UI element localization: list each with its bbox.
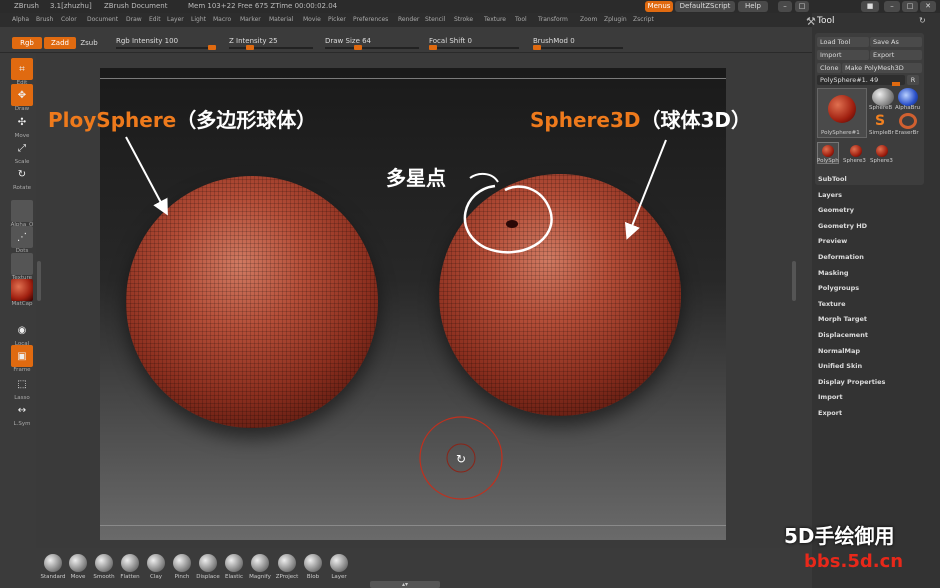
recent-thumb-1-icon [822,145,834,157]
brush-label: Pinch [174,574,190,580]
right-scroll-handle[interactable] [792,261,796,301]
thumb-label-b1: PolySph [817,158,839,164]
thumb-label-b3: Sphere3 [870,158,893,164]
export-button[interactable]: Export [870,50,922,60]
sphere3d-annotation: Sphere3D（球体3D） [530,104,751,133]
brush-zproject[interactable]: ZProject [274,554,300,580]
polysphere-annotation: PloySphere（多边形球体） [48,104,316,133]
tool-subpalette-morph-target[interactable]: Morph Target [818,315,867,323]
magnify-brush-icon [251,554,269,572]
thumb-label-t1: SphereB [869,105,893,111]
tool-subpalette-masking[interactable]: Masking [818,269,849,277]
brush-label: Flatten [120,574,140,580]
brush-label: Layer [331,574,347,580]
simplebrush-thumb-icon[interactable]: S [875,113,885,129]
displace-brush-icon [199,554,217,572]
brush-move[interactable]: Move [65,554,91,580]
brush-displace[interactable]: Displace [195,554,221,580]
thumb-label-t3: SimpleBr [869,130,894,136]
polysphere-label-cn: （多边形球体） [176,108,317,132]
tool-subpalette-unified-skin[interactable]: Unified Skin [818,362,862,370]
tool-subpalette-subtool[interactable]: SubTool [818,175,847,183]
r-button[interactable]: R [907,75,919,85]
save-as-button[interactable]: Save As [870,37,922,47]
current-tool-knob[interactable] [892,82,900,86]
make-polymesh-button[interactable]: Make PolyMesh3D [842,63,922,73]
annotation-overlay: ↻ [125,136,667,500]
import-button[interactable]: Import [817,50,869,60]
polysphere-label-en: PloySphere [48,108,177,132]
tool-subpalette-texture[interactable]: Texture [818,300,846,308]
brush-label: Magnify [249,574,271,580]
brush-label: Blob [306,574,320,580]
tool-subpalette-display-properties[interactable]: Display Properties [818,378,885,386]
clay-brush-icon [147,554,165,572]
brush-flatten[interactable]: Flatten [117,554,143,580]
smooth-brush-icon [95,554,113,572]
thumb-label-t4: EraserBr [895,130,919,136]
brush-elastic[interactable]: Elastic [221,554,247,580]
brush-label: ZProject [275,574,299,580]
brush-label: Smooth [93,574,115,580]
brush-layer[interactable]: Layer [326,554,352,580]
move-brush-icon [69,554,87,572]
pole-highlight-circle [463,184,553,254]
tool-subpalette-normalmap[interactable]: NormalMap [818,347,860,355]
tool-subpalette-polygroups[interactable]: Polygroups [818,284,859,292]
sphereb-thumb-icon[interactable] [872,88,894,106]
layer-brush-icon [330,554,348,572]
recent-thumb-3-icon[interactable] [876,145,888,157]
load-tool-button[interactable]: Load Tool [817,37,869,47]
thumb-label-b2: Sphere3 [843,158,866,164]
watermark-line1: 5D手绘御用 [784,524,895,548]
tool-panel-title: Tool [817,16,835,26]
tool-subpalette-preview[interactable]: Preview [818,237,847,245]
brush-label: Elastic [225,574,243,580]
pole-highlight-tail [469,172,499,183]
tool-subpalette-layers[interactable]: Layers [818,191,842,199]
tool-subpalette-geometry-hd[interactable]: Geometry HD [818,222,867,230]
brush-label: Clay [150,574,162,580]
tool-subpalette-export[interactable]: Export [818,409,842,417]
polysphere-thumb-icon [828,95,856,123]
brush-label: Displace [196,574,220,580]
flatten-brush-icon [121,554,139,572]
zproject-brush-icon [278,554,296,572]
standard-brush-icon [44,554,62,572]
rotate-cursor-icon: ↻ [456,452,466,466]
brush-clay[interactable]: Clay [143,554,169,580]
clone-button[interactable]: Clone [817,63,841,73]
brush-smooth[interactable]: Smooth [91,554,117,580]
brush-magnify[interactable]: Magnify [247,554,273,580]
pinch-brush-icon [173,554,191,572]
blob-brush-icon [304,554,322,572]
thumb-label-t2: AlphaBru [895,105,921,111]
arrow-sphere3d [624,139,667,240]
refresh-icon[interactable]: ↻ [919,16,926,25]
recent-thumb-2-icon[interactable] [850,145,862,157]
pole-point [506,220,518,228]
tool-panel: ⚒ Tool ↻ Load Tool Save As Import Export… [806,13,940,588]
brush-standard[interactable]: Standard [40,554,66,580]
tool-subpalette-displacement[interactable]: Displacement [818,331,868,339]
brush-blob[interactable]: Blob [300,554,326,580]
arrow-polysphere [125,136,168,216]
tool-hammer-icon: ⚒ [806,15,816,28]
brush-pinch[interactable]: Pinch [169,554,195,580]
watermark-line2: bbs.5d.cn [804,551,904,572]
eraserbrush-thumb-icon[interactable] [899,113,917,129]
bottom-toggle-icon[interactable]: ▴▾ [370,581,440,588]
brush-label: Standard [40,574,66,580]
elastic-brush-icon [225,554,243,572]
brush-label: Move [70,574,86,580]
alphabrush-thumb-icon[interactable] [898,88,918,106]
left-scroll-handle[interactable] [37,261,41,301]
pole-annotation: 多星点 [386,166,446,190]
sphere3d-label-cn: （球体3D） [640,108,751,132]
tool-subpalette-geometry[interactable]: Geometry [818,206,854,214]
tool-subpalette-import[interactable]: Import [818,393,843,401]
sphere3d-label-en: Sphere3D [530,108,641,132]
main-thumb-label: PolySphere#1 [821,130,860,136]
tool-subpalette-deformation[interactable]: Deformation [818,253,864,261]
